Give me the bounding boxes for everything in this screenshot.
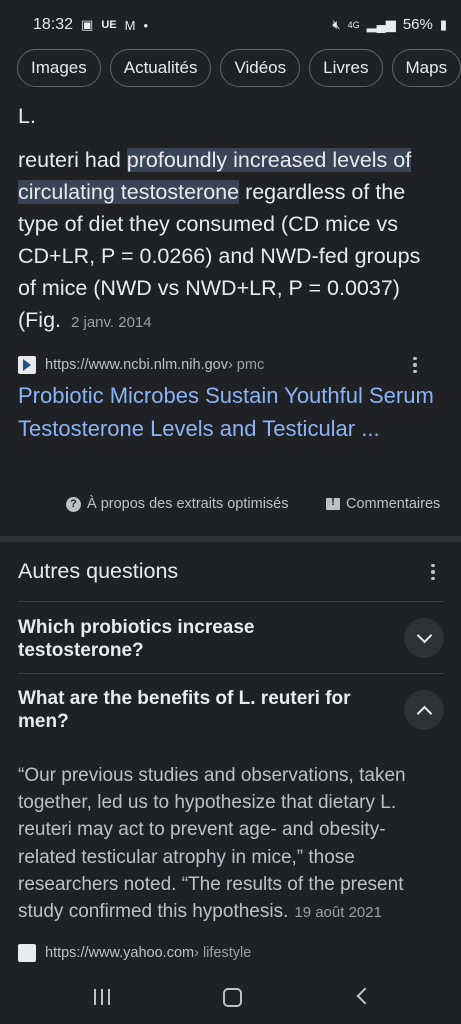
chevron-down-icon bbox=[416, 627, 432, 643]
snippet-feedback-row: ? À propos des extraits optimisés Commen… bbox=[0, 496, 461, 518]
filter-chips: Images Actualités Vidéos Livres Maps bbox=[17, 49, 461, 87]
snippet-date: 2 janv. 2014 bbox=[70, 314, 152, 331]
status-bar: 18:32 ▣ UE M • 🔇︎ 4G ▂▄▆ 56% ▮ bbox=[0, 0, 461, 50]
about-snippets-button[interactable]: ? À propos des extraits optimisés bbox=[66, 496, 288, 512]
mute-icon: 🔇︎ bbox=[332, 16, 341, 32]
ncbi-favicon-icon bbox=[18, 356, 36, 374]
chip-maps[interactable]: Maps bbox=[391, 49, 461, 87]
paa-source-url: https://www.yahoo.com bbox=[45, 945, 195, 961]
result-source[interactable]: https://www.ncbi.nlm.nih.gov › pmc bbox=[18, 354, 443, 376]
section-divider bbox=[0, 536, 461, 542]
result-url: https://www.ncbi.nlm.nih.gov bbox=[45, 357, 228, 373]
status-left: 18:32 ▣ UE M • bbox=[33, 16, 148, 34]
battery-icon: ▮ bbox=[439, 16, 447, 32]
result-title-link[interactable]: Probiotic Microbes Sustain Youthful Seru… bbox=[18, 380, 448, 445]
network-type-label: 4G bbox=[347, 19, 360, 30]
image-icon: ▣ bbox=[81, 17, 94, 32]
paa-source-path: › lifestyle bbox=[194, 945, 252, 961]
snippet-lead: L. bbox=[18, 104, 36, 128]
comments-button[interactable]: Commentaires bbox=[326, 496, 440, 512]
recents-icon[interactable] bbox=[94, 989, 110, 1005]
chip-actualites[interactable]: Actualités bbox=[109, 49, 212, 87]
result-path: › pmc bbox=[227, 357, 265, 373]
paa-answer-date: 19 août 2021 bbox=[294, 904, 382, 922]
home-icon[interactable] bbox=[223, 988, 242, 1007]
notification-dot-icon: • bbox=[143, 17, 149, 33]
paa-title: Autres questions bbox=[18, 559, 179, 583]
yahoo-favicon-icon bbox=[18, 944, 36, 962]
comments-label: Commentaires bbox=[346, 496, 441, 512]
paa-answer-text: “Our previous studies and observations, … bbox=[18, 765, 406, 923]
chip-livres[interactable]: Livres bbox=[309, 49, 383, 87]
signal-icon: ▂▄▆ bbox=[366, 16, 396, 32]
paa-divider bbox=[18, 673, 444, 674]
paa-divider bbox=[18, 601, 444, 602]
navigation-bar bbox=[0, 970, 461, 1024]
paa-question[interactable]: Which probiotics increase testosterone? bbox=[18, 616, 378, 662]
about-snippets-label: À propos des extraits optimisés bbox=[87, 496, 289, 512]
feedback-icon bbox=[326, 496, 340, 510]
expand-question-button[interactable] bbox=[404, 618, 444, 658]
chip-images[interactable]: Images bbox=[17, 49, 101, 87]
help-icon: ? bbox=[66, 496, 81, 512]
chevron-up-icon bbox=[416, 705, 432, 721]
more-options-icon[interactable] bbox=[403, 353, 427, 377]
ue-badge: UE bbox=[101, 19, 117, 31]
gmail-icon: M bbox=[124, 17, 136, 33]
battery-percent: 56% bbox=[402, 16, 433, 33]
paa-more-options-icon[interactable] bbox=[421, 560, 445, 584]
paa-question[interactable]: What are the benefits of L. reuteri for … bbox=[18, 687, 378, 733]
status-right: 🔇︎ 4G ▂▄▆ 56% ▮ bbox=[332, 16, 447, 33]
chip-videos[interactable]: Vidéos bbox=[220, 49, 301, 87]
paa-answer: “Our previous studies and observations, … bbox=[18, 762, 443, 926]
featured-snippet: L. reuteri had profoundly increased leve… bbox=[18, 100, 443, 339]
snippet-part1: reuteri had bbox=[18, 148, 127, 172]
clock: 18:32 bbox=[33, 16, 74, 33]
snippet-text: reuteri had profoundly increased levels … bbox=[18, 144, 443, 339]
collapse-question-button[interactable] bbox=[404, 690, 444, 730]
paa-answer-source[interactable]: https://www.yahoo.com › lifestyle bbox=[18, 944, 251, 962]
back-icon[interactable] bbox=[356, 987, 374, 1005]
